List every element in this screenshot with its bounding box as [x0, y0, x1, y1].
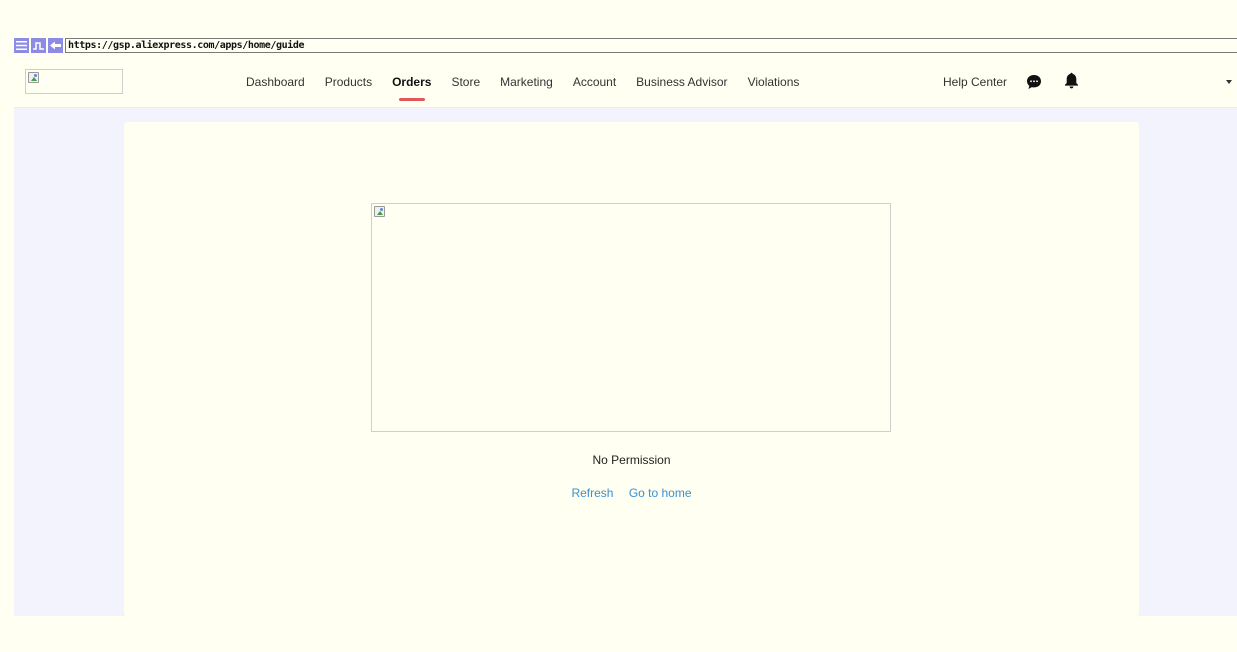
- nav-item-orders[interactable]: Orders: [392, 56, 431, 108]
- nav-item-account[interactable]: Account: [573, 56, 616, 108]
- account-menu[interactable]: [1126, 72, 1224, 92]
- nav-item-dashboard[interactable]: Dashboard: [246, 56, 305, 108]
- top-header: Dashboard Products Orders Store Marketin…: [14, 56, 1237, 108]
- message-icon[interactable]: [1026, 74, 1042, 90]
- broken-image-icon: [28, 72, 39, 83]
- bottom-strip: [0, 616, 1237, 652]
- content-card: No Permission Refresh Go to home: [124, 122, 1139, 616]
- back-button[interactable]: [48, 38, 63, 53]
- back-arrow-icon: [50, 41, 61, 50]
- logo-image[interactable]: [25, 69, 123, 94]
- nav-item-marketing[interactable]: Marketing: [500, 56, 553, 108]
- nav-item-business-advisor[interactable]: Business Advisor: [636, 56, 727, 108]
- go-to-home-link[interactable]: Go to home: [629, 486, 692, 500]
- pulse-button[interactable]: [31, 38, 46, 53]
- nav-item-store[interactable]: Store: [451, 56, 480, 108]
- no-permission-message: No Permission: [592, 453, 671, 467]
- active-tab-indicator: [398, 98, 425, 101]
- browser-toolbar: https://gsp.aliexpress.com/apps/home/gui…: [14, 38, 1237, 53]
- address-bar[interactable]: https://gsp.aliexpress.com/apps/home/gui…: [65, 38, 1237, 53]
- no-permission-image: [371, 203, 891, 432]
- refresh-link[interactable]: Refresh: [571, 486, 613, 500]
- menu-button[interactable]: [14, 38, 29, 53]
- nav-item-violations[interactable]: Violations: [748, 56, 800, 108]
- help-center-link[interactable]: Help Center: [943, 56, 1007, 108]
- menu-icon: [16, 41, 27, 50]
- pulse-icon: [33, 42, 44, 50]
- main-nav: Dashboard Products Orders Store Marketin…: [246, 56, 819, 108]
- nav-item-orders-label: Orders: [392, 75, 432, 89]
- caret-down-icon[interactable]: [1226, 80, 1232, 84]
- broken-image-icon: [374, 206, 385, 217]
- action-links: Refresh Go to home: [124, 486, 1139, 500]
- nav-item-products[interactable]: Products: [325, 56, 372, 108]
- bell-icon[interactable]: [1064, 72, 1079, 89]
